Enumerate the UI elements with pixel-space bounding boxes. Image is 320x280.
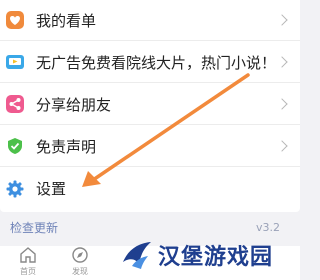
gear-icon (4, 178, 26, 200)
menu-item-label: 我的看单 (36, 11, 97, 30)
home-icon (20, 247, 36, 263)
menu-item-label: 设置 (36, 180, 67, 198)
chevron-right-icon (276, 14, 288, 26)
shield-icon (4, 135, 26, 157)
menu-item-watchlist[interactable]: 我的看单 (0, 0, 300, 41)
menu-item-ad-free[interactable]: 无广告免费看院线大片，热门小说！ (0, 42, 300, 83)
tab-home-label: 首页 (20, 267, 36, 276)
tab-discover[interactable]: 发现 (55, 246, 105, 280)
share-icon (4, 93, 26, 115)
compass-icon (72, 247, 88, 263)
settings-menu-card: 我的看单 无广告免费看院线大片，热门小说！ 分享给朋友 免责声明 设置 (0, 0, 300, 212)
tab-discover-label: 发现 (72, 267, 88, 276)
watermark-text: 汉堡游戏园 (158, 245, 274, 270)
chevron-right-icon (276, 98, 288, 110)
heart-icon (4, 9, 26, 31)
watermark-logo-icon (123, 242, 151, 269)
version-text: v3.2 (255, 220, 280, 234)
menu-item-label: 分享给朋友 (36, 95, 112, 114)
menu-item-label: 无广告免费看院线大片，热门小说！ (36, 53, 277, 72)
check-update-label: 检查更新 (10, 220, 59, 235)
menu-item-disclaimer[interactable]: 免责声明 (0, 126, 300, 167)
menu-item-share[interactable]: 分享给朋友 (0, 84, 300, 125)
menu-item-settings[interactable]: 设置 (0, 168, 300, 209)
menu-item-label: 免责声明 (36, 137, 97, 156)
chevron-right-icon (276, 140, 288, 152)
screen-icon (4, 51, 26, 73)
chevron-right-icon (276, 56, 288, 68)
tab-home[interactable]: 首页 (3, 246, 53, 280)
watermark: 汉堡游戏园 (120, 236, 298, 274)
